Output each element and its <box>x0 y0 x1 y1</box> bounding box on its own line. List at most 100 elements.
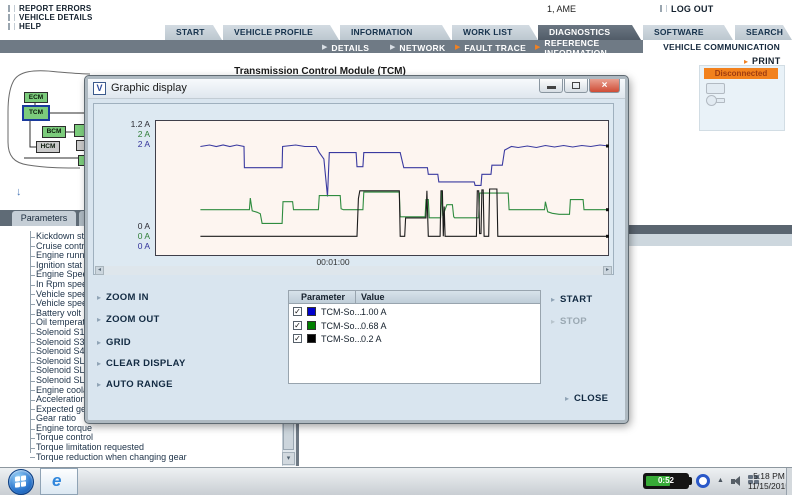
volume-icon[interactable] <box>731 475 744 488</box>
tool-clear-display[interactable]: ▸ CLEAR DISPLAY <box>97 358 186 369</box>
battery-time: 0:52 <box>643 473 689 489</box>
clock-time: 5:18 PM <box>748 471 790 481</box>
row-parameter: TCM-So... <box>321 321 362 331</box>
internet-explorer-taskbar-button[interactable]: e <box>40 468 78 495</box>
tab-information[interactable]: INFORMATION <box>340 25 451 40</box>
vida-app-icon: V <box>93 82 106 95</box>
stop-button: ▸ STOP <box>551 316 587 327</box>
tool-zoom-in[interactable]: ▸ZOOM IN <box>97 292 149 303</box>
ignition-key-bit-icon <box>716 98 725 103</box>
tab-parameters-label: Parameters <box>21 213 68 223</box>
y-axis-label: 0 A <box>98 221 150 231</box>
tab-parameters[interactable]: Parameters <box>12 211 76 226</box>
row-parameter: TCM-So... <box>321 334 362 344</box>
row-value: 0.2 A <box>361 334 382 344</box>
sub-tabbar: ▶DETAILS▶NETWORK▶FAULT TRACE▶REFERENCE I… <box>0 40 643 53</box>
logout-label: LOG OUT <box>671 4 713 14</box>
series-end-marker <box>606 208 609 211</box>
table-row[interactable]: ✓ TCM-So...0.2 A <box>289 332 540 346</box>
tool-auto-range[interactable]: ▸ AUTO RANGE <box>97 379 173 390</box>
start-button-orb[interactable] <box>8 469 34 495</box>
hidden-icons-caret[interactable]: ▲ <box>717 477 724 484</box>
module-tcm[interactable]: TCM <box>22 105 50 121</box>
tool-label: ZOOM OUT <box>106 314 160 325</box>
tab-start[interactable]: START <box>165 25 222 40</box>
subtab-arrow-icon: ▶ <box>455 43 460 52</box>
y-axis-label: 2 A <box>98 139 150 149</box>
taskbar: e 0:52 ▲ 5:18 PM 11/15/2015 <box>0 467 792 495</box>
tab-vehicle-profile[interactable]: VEHICLE PROFILE <box>223 25 339 40</box>
waveform-plot[interactable] <box>155 120 609 256</box>
scroll-right-icon[interactable]: ▸ <box>603 266 612 275</box>
start-label: START <box>560 294 592 305</box>
maximize-button[interactable] <box>564 79 588 93</box>
close-icon: × <box>602 80 608 91</box>
section-title: VEHICLE COMMUNICATION <box>660 42 780 52</box>
module-hcm[interactable]: HCM <box>36 141 60 153</box>
subtab-fault-trace[interactable]: ▶FAULT TRACE <box>455 42 526 53</box>
tab-search[interactable]: SEARCH <box>735 25 792 40</box>
clock-date: 11/15/2015 <box>748 481 790 491</box>
tool-arrow-icon: ▸ <box>97 293 101 302</box>
y-axis-label: 0 A <box>98 231 150 241</box>
battery-nub <box>689 477 692 485</box>
down-arrow-icon[interactable]: ↓ <box>16 186 22 198</box>
status-badge: Disconnected <box>704 68 778 79</box>
user-label: 1, AME <box>547 4 576 14</box>
top-link-report-errors[interactable]: REPORT ERRORS <box>8 4 93 13</box>
top-link-label: REPORT ERRORS <box>19 4 91 13</box>
tool-arrow-icon: ▸ <box>97 338 101 347</box>
tool-grid[interactable]: ▸ GRID <box>97 337 131 348</box>
column-divider <box>355 291 356 304</box>
series-end-marker <box>606 235 609 238</box>
clock[interactable]: 5:18 PM 11/15/2015 <box>748 471 790 491</box>
col-value: Value <box>361 292 385 302</box>
tray-ring-icon[interactable] <box>696 474 710 488</box>
tab-software[interactable]: SOFTWARE <box>643 25 733 40</box>
screen: REPORT ERRORSVEHICLE DETAILSHELP 1, AME … <box>0 0 792 495</box>
table-row[interactable]: ✓TCM-So...0.68 A <box>289 319 540 333</box>
tool-label: CLEAR DISPLAY <box>106 358 186 369</box>
top-link-vehicle-details[interactable]: VEHICLE DETAILS <box>8 13 93 22</box>
subtab-arrow-icon: ▶ <box>322 43 327 52</box>
stop-arrow-icon: ▸ <box>551 317 555 326</box>
scroll-left-icon[interactable]: ◂ <box>95 266 104 275</box>
list-item[interactable]: Torque reduction when changing gear <box>0 453 296 463</box>
row-parameter: TCM-So... <box>321 307 362 317</box>
start-button[interactable]: ▸ START <box>551 294 592 305</box>
row-checkbox[interactable]: ✓ <box>293 307 302 316</box>
col-parameter: Parameter <box>301 292 345 302</box>
dialog-title: Graphic display <box>111 82 187 94</box>
dialog-titlebar[interactable]: V Graphic display × <box>88 79 625 99</box>
battery-meter[interactable]: 0:52 <box>643 473 689 489</box>
subtab-details[interactable]: ▶DETAILS <box>322 42 369 53</box>
parameter-table-header: Parameter Value <box>289 291 540 304</box>
tool-zoom-out[interactable]: ▸ ZOOM OUT <box>97 314 160 325</box>
subtab-label: NETWORK <box>399 43 445 53</box>
minimize-button[interactable] <box>539 79 563 93</box>
tool-arrow-icon: ▸ <box>97 315 101 324</box>
close-dialog-button[interactable]: ▸ CLOSE <box>565 393 608 404</box>
tool-label: AUTO RANGE <box>106 379 173 390</box>
show-desktop-button[interactable] <box>786 468 792 495</box>
tool-arrow-icon: ▸ <box>97 380 101 389</box>
close-button[interactable]: × <box>589 79 620 93</box>
module-bcm[interactable]: BCM <box>42 126 66 138</box>
parameter-table: Parameter Value ✓TCM-So...1.00 A✓TCM-So.… <box>288 290 541 384</box>
close-arrow-icon: ▸ <box>565 394 569 403</box>
subtab-reference-information[interactable]: ▶REFERENCE INFORMATION <box>535 42 643 53</box>
subtab-network[interactable]: ▶NETWORK <box>390 42 445 53</box>
module-ecm[interactable]: ECM <box>24 92 48 103</box>
table-row[interactable]: ✓TCM-So...1.00 A <box>289 305 540 319</box>
scroll-down-button[interactable]: ▾ <box>282 452 295 465</box>
chart-hscrollbar[interactable]: ◂ ▸ <box>95 266 612 275</box>
tool-label: GRID <box>106 337 131 348</box>
series-color-swatch <box>307 321 316 330</box>
internet-explorer-icon: e <box>52 471 61 491</box>
logout-link[interactable]: LOG OUT <box>660 4 713 13</box>
row-checkbox[interactable]: ✓ <box>293 334 302 343</box>
tool-arrow-icon: ▸ <box>97 359 101 368</box>
series-end-marker <box>606 145 609 148</box>
tab-work-list[interactable]: WORK LIST <box>452 25 538 40</box>
row-checkbox[interactable]: ✓ <box>293 321 302 330</box>
